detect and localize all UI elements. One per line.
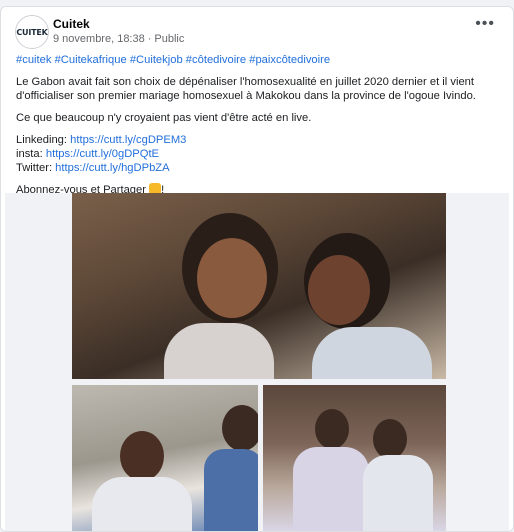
hashtags: #cuitek #Cuitekafrique #Cuitekjob #côted…: [16, 53, 499, 67]
more-options-icon[interactable]: •••: [475, 16, 495, 32]
link-url[interactable]: https://cutt.ly/cgDPEM3: [70, 134, 186, 146]
post-body: #cuitek #Cuitekafrique #Cuitekjob #côted…: [16, 53, 499, 205]
link-url[interactable]: https://cutt.ly/0gDPQtE: [46, 148, 159, 160]
links-block: Linkeding: https://cutt.ly/cgDPEM3 insta…: [16, 133, 499, 175]
link-label: Linkeding:: [16, 134, 68, 146]
photo-main[interactable]: [72, 193, 446, 379]
post-paragraph: Le Gabon avait fait son choix de dépénal…: [16, 76, 476, 102]
post-card: CUITEK Cuitek 9 novembre, 18:38 · Public…: [0, 6, 514, 532]
link-label: insta:: [16, 148, 43, 160]
hashtag[interactable]: #Cuitekjob: [130, 54, 183, 66]
link-label: Twitter:: [16, 162, 53, 174]
hashtag[interactable]: #paixcôtedivoire: [249, 54, 330, 66]
separator: ·: [147, 33, 152, 45]
hashtag[interactable]: #cuitek: [16, 54, 51, 66]
visibility-label: Public: [154, 33, 185, 45]
photo-bottom-right[interactable]: [263, 385, 446, 531]
photo-grid: [5, 193, 509, 531]
avatar[interactable]: CUITEK: [15, 15, 49, 49]
post-paragraph: Ce que beaucoup n'y croyaient pas vient …: [16, 112, 312, 124]
post-header: CUITEK Cuitek 9 novembre, 18:38 · Public…: [15, 15, 503, 51]
post-meta: 9 novembre, 18:38 · Public: [53, 33, 184, 45]
hashtag[interactable]: #Cuitekafrique: [55, 54, 127, 66]
author-name[interactable]: Cuitek: [53, 17, 90, 31]
hashtag[interactable]: #côtedivoire: [186, 54, 246, 66]
link-url[interactable]: https://cutt.ly/hgDPbZA: [55, 162, 169, 174]
post-timestamp[interactable]: 9 novembre, 18:38: [53, 33, 145, 45]
photo-bottom-left[interactable]: [72, 385, 258, 531]
